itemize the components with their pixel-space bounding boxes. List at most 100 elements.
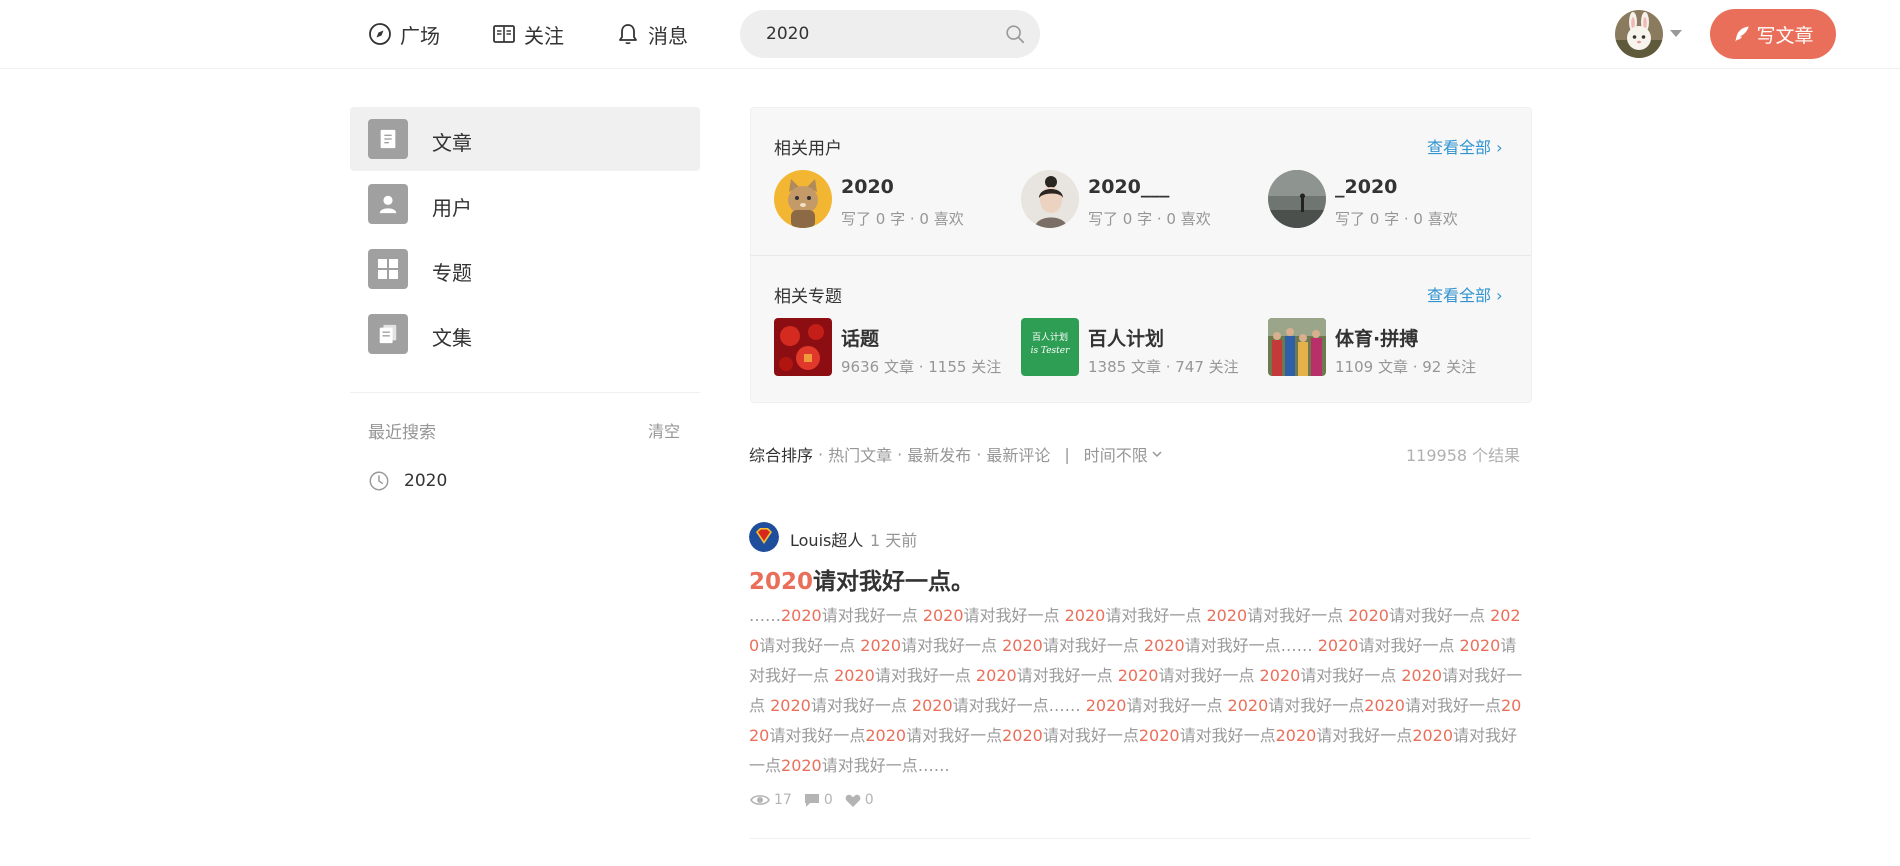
related-users-view-all-link[interactable]: 查看全部 › [1427,134,1503,158]
clock-icon [369,471,389,491]
article-time: 1 天前 [870,531,918,550]
nav-messages-label: 消息 [648,23,688,48]
topic-logo-text: 百人计划 [1031,333,1068,343]
related-topic-meta: 1109 文章 · 92 关注 [1335,358,1477,376]
notebook-icon [368,314,408,354]
related-user-card[interactable]: 2020 写了 0 字 · 0 喜欢 [774,170,1014,230]
sidebar-item-label: 用户 [432,196,472,220]
search-icon[interactable] [1004,23,1026,45]
book-icon [493,25,515,43]
abstract-highlight: 2020 [922,606,964,625]
nav-messages[interactable]: 消息 [616,18,688,50]
crowd-cover-icon [1268,318,1326,376]
abstract-highlight: 2020 [1275,726,1317,745]
abstract-highlight: 2020 [911,696,953,715]
sort-option-newest[interactable]: 最新发布 [907,442,971,466]
related-topic-meta: 9636 文章 · 1155 关注 [841,358,1002,376]
related-topic-meta: 1385 文章 · 747 关注 [1088,358,1239,376]
sidebar-item-notebooks[interactable]: 文集 [350,302,700,366]
chevron-down-icon[interactable] [1670,30,1682,37]
article-abstract: ……2020请对我好一点 2020请对我好一点 2020请对我好一点 2020请… [749,606,1523,775]
abstract-highlight: 2020 [865,726,907,745]
article-author-name[interactable]: Louis超人 [790,527,863,551]
related-user-meta: 写了 0 字 · 0 喜欢 [1088,210,1211,228]
search-input[interactable] [766,10,996,58]
related-user-name: 2020___ [1088,176,1170,198]
abstract-highlight: 2020 [1259,666,1301,685]
sort-option-hot[interactable]: 热门文章 [828,442,892,466]
abstract-highlight: 2020 [1002,636,1043,655]
topic-logo-subtext: is Tester [1030,346,1070,356]
abstract-highlight: 2020 [1002,726,1043,745]
top-header: 广场 关注 消息 写文章 [0,0,1900,69]
landscape-avatar-icon [1268,170,1326,228]
related-topic-card[interactable]: 百人计划 is Tester 百人计划 1385 文章 · 747 关注 [1021,318,1261,378]
abstract-highlight: 2020 [1364,696,1405,715]
lantern-cover-icon [774,318,832,376]
clear-recent-button[interactable]: 清空 [648,418,680,442]
sort-option-latest-comment[interactable]: 最新评论 [986,442,1050,466]
sort-divider: | [1064,444,1070,464]
sidebar-divider [350,392,700,393]
abstract-highlight: 2020 [770,696,811,715]
abstract-highlight: 2020 [1227,696,1269,715]
topic-cover [1268,318,1326,376]
related-user-card[interactable]: 2020___ 写了 0 字 · 0 喜欢 [1021,170,1261,230]
related-topics-title: 相关专题 [774,287,842,307]
abstract-highlight: 2020 [1459,636,1501,655]
recent-search-item[interactable]: 2020 [368,468,447,494]
user-avatar[interactable] [1615,10,1663,58]
related-topic-card[interactable]: 体育·拼搏 1109 文章 · 92 关注 [1268,318,1508,378]
article-comments[interactable]: 0 [804,792,833,808]
recent-search-text: 2020 [404,471,448,491]
related-topic-name: 体育·拼搏 [1335,328,1419,350]
compass-icon [369,23,391,45]
article-title-highlight: 2020 [749,569,814,595]
write-article-button[interactable]: 写文章 [1710,9,1836,59]
related-topics-view-all-link[interactable]: 查看全部 › [1427,282,1503,306]
sidebar-item-users[interactable]: 用户 [350,172,700,236]
nav-follow-label: 关注 [524,23,564,48]
sidebar-item-articles[interactable]: 文章 [350,107,700,171]
related-user-name: 2020 [841,176,894,198]
abstract-highlight: 2020 [975,666,1017,685]
related-users-title: 相关用户 [774,139,842,159]
sort-separator-dot: · [976,444,982,464]
feather-pen-icon [1735,26,1750,42]
article-title-text: 请对我好一点。 [813,569,975,595]
abstract-highlight: 2020 [1412,726,1454,745]
article-views-count: 17 [774,792,792,808]
write-article-label: 写文章 [1756,24,1814,47]
nav-follow[interactable]: 关注 [492,18,564,50]
related-panel: 相关用户 查看全部 › 2020 写了 0 字 · 0 喜欢 2020___ 写… [750,107,1532,403]
related-topic-name: 话题 [841,328,880,350]
result-count: 119958 个结果 [1406,446,1521,465]
abstract-highlight: 2020 [1401,666,1443,685]
related-user-meta: 写了 0 字 · 0 喜欢 [841,210,964,228]
sidebar-item-topics[interactable]: 专题 [350,237,700,301]
article-likes[interactable]: 0 [845,792,874,808]
time-filter-dropdown[interactable]: 时间不限 [1084,442,1163,466]
abstract-highlight: 2020 [1064,606,1106,625]
time-filter-label: 时间不限 [1083,446,1148,465]
topic-cover [774,318,832,376]
related-topic-card[interactable]: 话题 9636 文章 · 1155 关注 [774,318,1014,378]
abstract-highlight: 2020 [1117,666,1159,685]
article-views: 17 [750,792,792,808]
related-user-card[interactable]: _2020 写了 0 字 · 0 喜欢 [1268,170,1508,230]
nav-square-label: 广场 [400,23,440,48]
sort-bar: 综合排序 · 热门文章 · 最新发布 · 最新评论 | 时间不限 [749,442,1163,466]
nav-square[interactable]: 广场 [368,18,440,50]
article-author-avatar[interactable] [749,522,779,552]
portrait-avatar-icon [1021,170,1079,228]
eye-icon [750,795,770,805]
article-title[interactable]: 2020请对我好一点。 [749,562,974,596]
search-box [740,10,1040,58]
article-likes-count: 0 [864,792,874,808]
article-icon [368,119,408,159]
sort-separator-dot: · [897,444,903,464]
sort-option-default[interactable]: 综合排序 [749,442,813,466]
superman-avatar-icon [749,522,779,552]
bell-icon [619,24,637,45]
article-divider [750,838,1530,839]
